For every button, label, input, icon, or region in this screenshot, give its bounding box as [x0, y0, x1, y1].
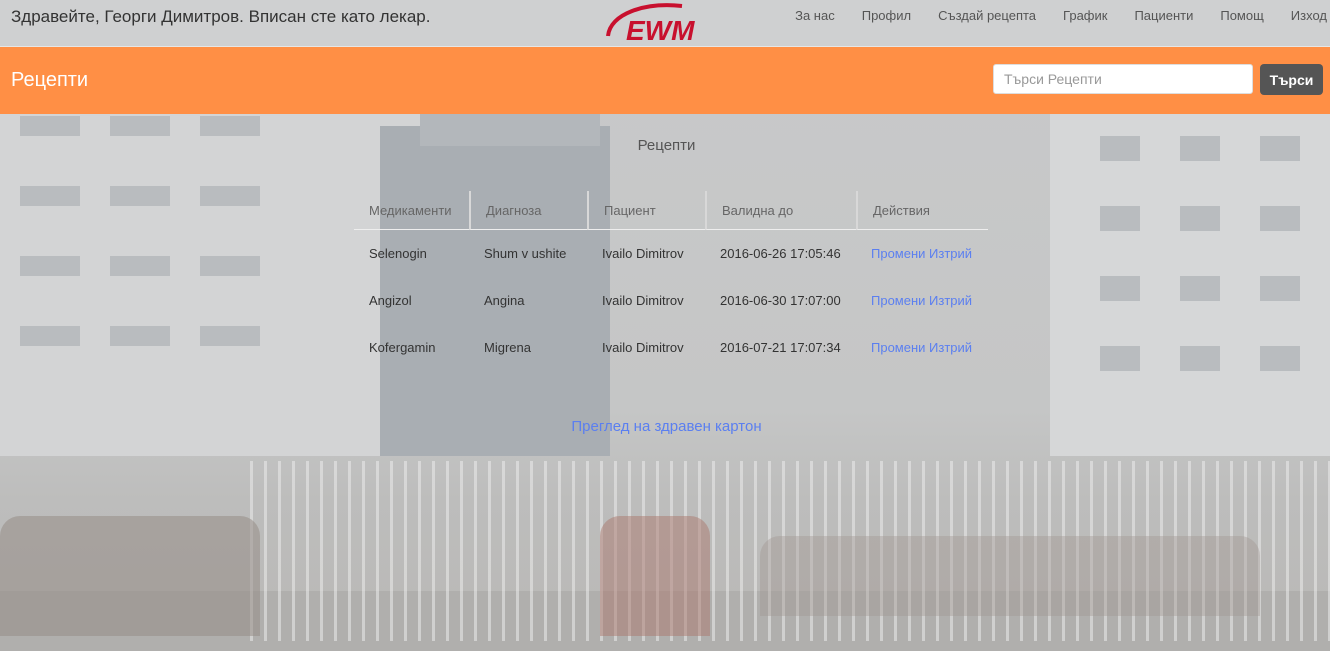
- table-row: Kofergamin Migrena Ivailo Dimitrov 2016-…: [354, 324, 988, 371]
- page-title: Рецепти: [11, 69, 89, 91]
- health-record-link[interactable]: Преглед на здравен картон: [571, 418, 761, 435]
- column-header-valid-until[interactable]: Валидна до: [705, 191, 856, 230]
- column-header-diagnosis[interactable]: Диагноза: [469, 191, 587, 230]
- prescriptions-table: Медикаменти Диагноза Пациент Валидна до …: [354, 191, 988, 371]
- page-toolbar: Рецепти Търси: [0, 47, 1330, 114]
- cell-patient: Ivailo Dimitrov: [602, 293, 684, 308]
- cell-medication: Angizol: [369, 293, 412, 308]
- cell-actions: Промени Изтрий: [856, 230, 988, 277]
- nav-about[interactable]: За нас: [795, 8, 835, 23]
- logo-text: EWM: [626, 15, 695, 46]
- column-header-medications[interactable]: Медикаменти: [354, 191, 469, 230]
- cell-patient: Ivailo Dimitrov: [602, 246, 684, 261]
- section-title: Рецепти: [637, 137, 696, 154]
- cell-diagnosis: Angina: [484, 293, 525, 308]
- search-input[interactable]: [993, 64, 1253, 94]
- ewm-logo[interactable]: EWM: [604, 0, 714, 46]
- table-row: Selenogin Shum v ushite Ivailo Dimitrov …: [354, 230, 988, 277]
- search-button[interactable]: Търси: [1260, 64, 1323, 95]
- column-header-patient[interactable]: Пациент: [587, 191, 705, 230]
- delete-link[interactable]: Изтрий: [929, 293, 972, 308]
- cell-diagnosis: Migrena: [484, 340, 531, 355]
- nav-logout[interactable]: Изход: [1291, 8, 1327, 23]
- table-header-row: Медикаменти Диагноза Пациент Валидна до …: [354, 191, 988, 230]
- delete-link[interactable]: Изтрий: [929, 340, 972, 355]
- cell-valid-until: 2016-06-26 17:05:46: [720, 246, 841, 261]
- cell-patient: Ivailo Dimitrov: [602, 340, 684, 355]
- delete-link[interactable]: Изтрий: [929, 246, 972, 261]
- nav-patients[interactable]: Пациенти: [1134, 8, 1193, 23]
- health-record-link-container: Преглед на здравен картон: [0, 418, 1330, 435]
- cell-actions: Промени Изтрий: [856, 277, 988, 324]
- cell-valid-until: 2016-07-21 17:07:34: [720, 340, 841, 355]
- edit-link[interactable]: Промени: [871, 340, 925, 355]
- cell-medication: Kofergamin: [369, 340, 436, 355]
- edit-link[interactable]: Промени: [871, 293, 925, 308]
- cell-medication: Selenogin: [369, 246, 427, 261]
- edit-link[interactable]: Промени: [871, 246, 925, 261]
- nav-create-prescription[interactable]: Създай рецепта: [938, 8, 1036, 23]
- cell-valid-until: 2016-06-30 17:07:00: [720, 293, 841, 308]
- nav-profile[interactable]: Профил: [862, 8, 911, 23]
- column-header-actions: Действия: [856, 191, 988, 230]
- nav-help[interactable]: Помощ: [1220, 8, 1263, 23]
- cell-actions: Промени Изтрий: [856, 324, 988, 371]
- top-navbar: Здравейте, Георги Димитров. Вписан сте к…: [0, 0, 1330, 47]
- greeting-text: Здравейте, Георги Димитров. Вписан сте к…: [11, 7, 431, 26]
- table-row: Angizol Angina Ivailo Dimitrov 2016-06-3…: [354, 277, 988, 324]
- cell-diagnosis: Shum v ushite: [484, 246, 567, 261]
- nav-schedule[interactable]: График: [1063, 8, 1107, 23]
- main-nav: За нас Профил Създай рецепта График Паци…: [795, 8, 1330, 23]
